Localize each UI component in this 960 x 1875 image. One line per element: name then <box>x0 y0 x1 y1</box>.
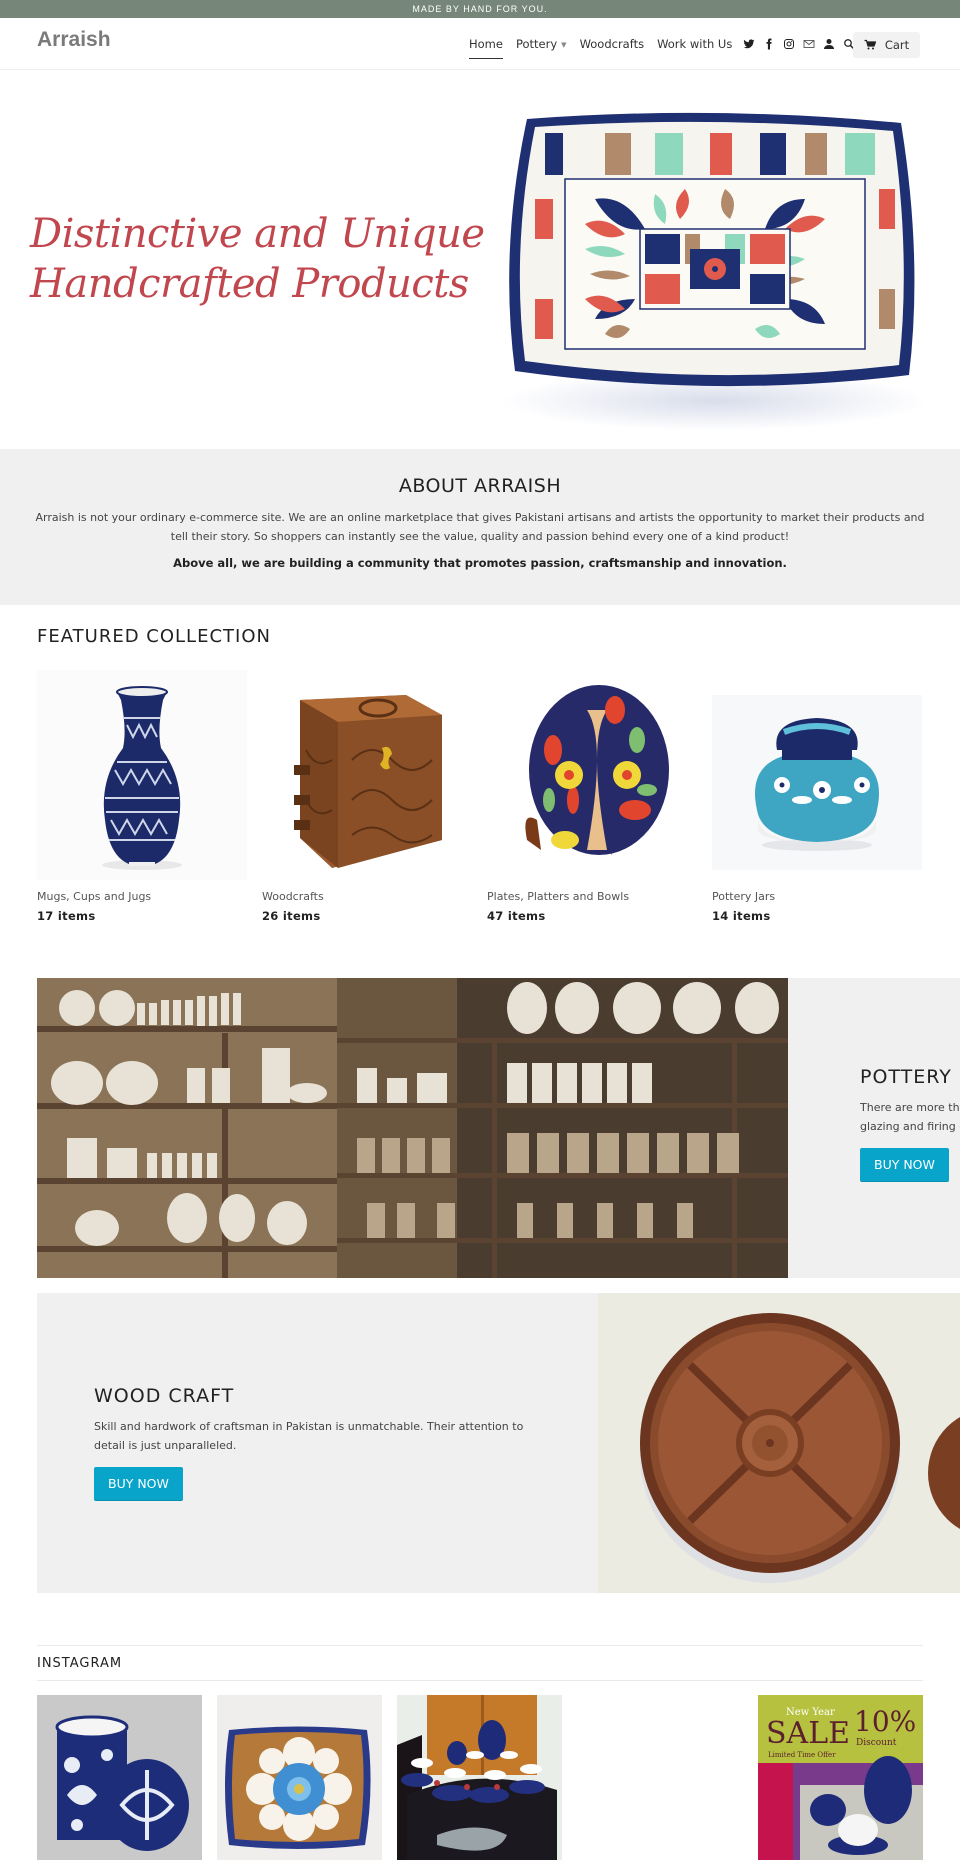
sale-discount: 10% <box>854 1705 916 1738</box>
woodcraft-title: WOOD CRAFT <box>94 1385 235 1407</box>
site-logo[interactable]: Arraish <box>37 28 111 52</box>
woodcraft-description: Skill and hardwork of craftsman in Pakis… <box>94 1420 524 1452</box>
pottery-feature: POTTERY There are more tha glazing and fi… <box>37 978 960 1278</box>
woodcraft-feature: WOOD CRAFT Skill and hardwork of craftsm… <box>37 1293 960 1593</box>
pottery-buy-now-button[interactable]: BUY NOW <box>860 1148 949 1182</box>
wooden-tray-image <box>598 1293 960 1593</box>
about-section: ABOUT ARRAISH Arraish is not your ordina… <box>0 449 960 605</box>
hero-dish-image <box>509 112 915 387</box>
instagram-icon[interactable] <box>780 36 798 52</box>
instagram-divider-top <box>37 1645 923 1646</box>
announcement-bar: MADE BY HAND FOR YOU. <box>0 0 960 18</box>
collection-image-wooden-box <box>262 670 472 880</box>
collection-image-jar <box>712 670 922 880</box>
sale-discount-label: Discount <box>856 1738 897 1748</box>
pottery-text-block: POTTERY There are more tha glazing and fi… <box>860 1066 960 1182</box>
hero-tagline-line2: Handcrafted Products <box>30 261 469 307</box>
collection-count: 26 items <box>262 909 321 923</box>
caret-down-icon: ▼ <box>561 40 567 49</box>
cart-label: Cart <box>884 38 910 52</box>
hero-tagline: Distinctive and Unique Handcrafted Produ… <box>30 209 490 309</box>
instagram-post-sale[interactable]: SALE New Year 10% Discount Limited Time … <box>758 1695 923 1860</box>
about-highlight: Above all, we are building a community t… <box>173 556 787 570</box>
instagram-post[interactable] <box>397 1695 562 1860</box>
collection-count: 47 items <box>487 909 546 923</box>
facebook-icon[interactable] <box>760 36 778 52</box>
instagram-post[interactable] <box>217 1695 382 1860</box>
pottery-description-line2: glazing and firing ea <box>860 1120 960 1133</box>
instagram-divider-bottom <box>37 1680 923 1681</box>
nav-work-with-us[interactable]: Work with Us <box>657 37 732 51</box>
collection-card-woodcrafts[interactable]: Woodcrafts 26 items <box>262 670 472 923</box>
sale-word: SALE <box>766 1716 850 1751</box>
nav-pottery[interactable]: Pottery ▼ <box>516 37 567 51</box>
collection-name: Woodcrafts <box>262 890 324 903</box>
pottery-title: POTTERY <box>860 1066 952 1088</box>
hero-banner[interactable]: Distinctive and Unique Handcrafted Produ… <box>0 71 960 449</box>
collection-card-mugs[interactable]: Mugs, Cups and Jugs 17 items <box>37 670 247 923</box>
collection-count: 14 items <box>712 909 771 923</box>
collection-name: Mugs, Cups and Jugs <box>37 890 152 903</box>
collection-image-vase <box>37 670 247 880</box>
instagram-title: INSTAGRAM <box>37 1656 123 1671</box>
collection-count: 17 items <box>37 909 96 923</box>
email-icon[interactable] <box>800 36 818 52</box>
cart-button[interactable]: Cart <box>853 32 920 58</box>
pottery-workshop-image <box>37 978 788 1278</box>
pottery-description: There are more tha glazing and firing ea <box>860 1098 960 1136</box>
woodcraft-buy-now-button[interactable]: BUY NOW <box>94 1467 183 1501</box>
collection-card-plates[interactable]: Plates, Platters and Bowls 47 items <box>487 670 697 923</box>
collection-name: Pottery Jars <box>712 890 776 903</box>
instagram-post[interactable] <box>37 1695 202 1860</box>
about-description: Arraish is not your ordinary e-commerce … <box>35 511 925 543</box>
sale-offer: Limited Time Offer <box>768 1751 836 1759</box>
pottery-description-line1: There are more tha <box>860 1101 960 1114</box>
collection-name: Plates, Platters and Bowls <box>487 890 630 903</box>
cart-icon <box>864 39 876 50</box>
collection-image-plate <box>487 670 697 880</box>
nav-woodcrafts[interactable]: Woodcrafts <box>580 37 645 51</box>
site-header: Arraish Home Pottery ▼ Woodcrafts Work wi… <box>0 18 960 70</box>
woodcraft-text-block: WOOD CRAFT Skill and hardwork of craftsm… <box>94 1385 554 1501</box>
collection-card-jars[interactable]: Pottery Jars 14 items <box>712 670 922 923</box>
about-title: ABOUT ARRAISH <box>398 475 562 497</box>
nav-pottery-label: Pottery <box>515 37 558 51</box>
twitter-icon[interactable] <box>740 36 758 52</box>
hero-tagline-line1: Distinctive and Unique <box>30 211 485 257</box>
sale-heading: New Year <box>786 1707 835 1718</box>
nav-home[interactable]: Home <box>469 37 503 59</box>
main-nav: Home Pottery ▼ Woodcrafts Work with Us <box>469 36 860 59</box>
featured-collection-title: FEATURED COLLECTION <box>37 626 271 647</box>
account-icon[interactable] <box>820 36 838 52</box>
